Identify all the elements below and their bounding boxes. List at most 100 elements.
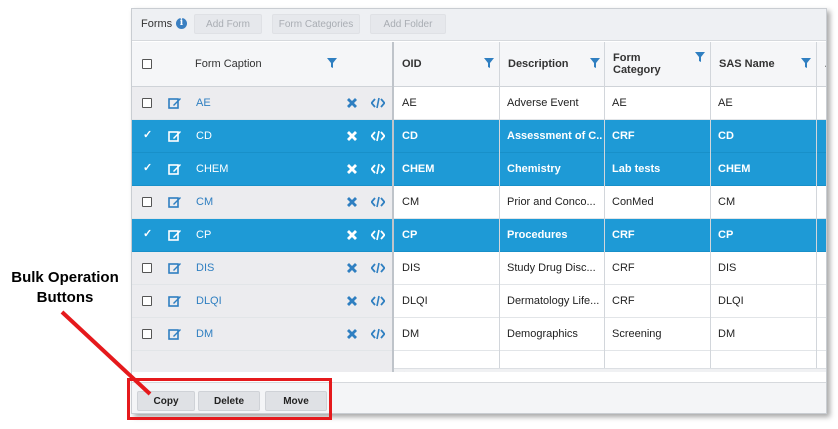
table-row[interactable]: CM CM Prior and Conco... ConMed CM (132, 186, 826, 219)
form-caption-link[interactable]: CP (196, 229, 316, 241)
select-all-checkbox[interactable] (142, 59, 152, 69)
info-icon[interactable]: i (176, 18, 187, 29)
delete-x-icon[interactable] (345, 195, 359, 209)
form-category-cell: CRF (612, 130, 635, 142)
oid-header[interactable]: OID (394, 42, 500, 87)
form-category-cell: CRF (612, 295, 635, 307)
description-cell: Dermatology Life... (507, 295, 600, 307)
grid-header: Form Caption OID Description Form Catego… (132, 42, 826, 87)
filter-icon[interactable] (590, 58, 600, 68)
sas-name-header[interactable]: SAS Name (711, 42, 817, 87)
bulk-operation-highlight (127, 378, 332, 420)
oid-cell: DM (402, 328, 420, 340)
oid-cell: CP (402, 229, 418, 241)
oid-cell: CM (402, 196, 420, 208)
sas-name-cell: CM (718, 196, 736, 208)
row-checkbox[interactable] (142, 98, 152, 108)
description-header[interactable]: Description (500, 42, 605, 87)
table-row[interactable]: DM DM Demographics Screening DM (132, 318, 826, 351)
table-row[interactable]: DIS DIS Study Drug Disc... CRF DIS (132, 252, 826, 285)
form-category-header[interactable]: Form Category (605, 42, 711, 87)
forms-toolbar: Forms i Add Form Form Categories Add Fol… (132, 9, 826, 41)
delete-x-icon[interactable] (345, 327, 359, 341)
delete-x-icon[interactable] (345, 228, 359, 242)
delete-x-icon[interactable] (345, 96, 359, 110)
horizontal-scrollbar[interactable]: ◀ (394, 368, 826, 372)
table-row[interactable]: ✓ CP CP Procedures CRF CP (132, 219, 826, 252)
select-all-header (132, 42, 162, 87)
row-checkbox[interactable] (142, 197, 152, 207)
filter-icon[interactable] (327, 58, 337, 68)
row-checked-icon[interactable]: ✓ (143, 161, 152, 174)
code-icon[interactable] (371, 96, 385, 110)
form-category-cell: Screening (612, 328, 662, 340)
oid-cell: DIS (402, 262, 421, 274)
add-form-button[interactable]: Add Form (194, 14, 262, 34)
code-icon[interactable] (371, 195, 385, 209)
form-caption-link[interactable]: CHEM (196, 163, 316, 175)
form-category-label-line1: Form (613, 52, 641, 64)
form-category-label-line2: Category (613, 64, 661, 76)
form-caption-link[interactable]: AE (196, 97, 316, 109)
form-category-cell: Lab tests (612, 163, 661, 175)
table-row[interactable]: ✓ CD CD Assessment of C... CRF CD (132, 120, 826, 153)
row-checked-icon[interactable]: ✓ (143, 128, 152, 141)
row-checkbox[interactable] (142, 329, 152, 339)
delete-x-icon[interactable] (345, 294, 359, 308)
edit-icon[interactable] (168, 195, 182, 209)
form-caption-link[interactable]: DIS (196, 262, 316, 274)
sas-name-cell: AE (718, 97, 733, 109)
edit-icon[interactable] (168, 162, 182, 176)
edit-icon[interactable] (168, 294, 182, 308)
form-categories-button[interactable]: Form Categories (272, 14, 360, 34)
partial-column-header[interactable]: A (817, 42, 826, 87)
description-cell: Chemistry (507, 163, 561, 175)
form-category-cell: ConMed (612, 196, 654, 208)
edit-icon[interactable] (168, 261, 182, 275)
code-icon[interactable] (371, 294, 385, 308)
filter-icon[interactable] (484, 58, 494, 68)
form-category-cell: AE (612, 97, 627, 109)
sas-name-cell: DIS (718, 262, 737, 274)
description-label: Description (508, 58, 569, 70)
table-row[interactable]: DLQI DLQI Dermatology Life... CRF DLQI (132, 285, 826, 318)
code-icon[interactable] (371, 228, 385, 242)
description-cell: Prior and Conco... (507, 196, 596, 208)
delete-x-icon[interactable] (345, 162, 359, 176)
form-caption-link[interactable]: DM (196, 328, 316, 340)
edit-icon[interactable] (168, 96, 182, 110)
forms-panel: Forms i Add Form Form Categories Add Fol… (131, 8, 827, 414)
annotation-line2: Buttons (36, 289, 94, 306)
filter-icon[interactable] (695, 52, 705, 62)
bulk-operation-annotation: Bulk Operation Buttons (0, 268, 130, 308)
form-category-label: Form Category (613, 52, 661, 76)
table-row[interactable]: AE AE Adverse Event AE AE (132, 87, 826, 120)
sas-name-label: SAS Name (719, 58, 775, 70)
form-caption-link[interactable]: CD (196, 130, 316, 142)
code-icon[interactable] (371, 129, 385, 143)
form-caption-link[interactable]: DLQI (196, 295, 316, 307)
table-row[interactable]: ✓ CHEM CHEM Chemistry Lab tests CHEM (132, 153, 826, 186)
code-icon[interactable] (371, 162, 385, 176)
edit-icon[interactable] (168, 129, 182, 143)
row-checkbox[interactable] (142, 296, 152, 306)
delete-x-icon[interactable] (345, 261, 359, 275)
oid-cell: CD (402, 130, 418, 142)
code-icon[interactable] (371, 327, 385, 341)
delete-x-icon[interactable] (345, 129, 359, 143)
row-checked-icon[interactable]: ✓ (143, 227, 152, 240)
forms-grid: Form Caption OID Description Form Catego… (132, 42, 826, 372)
edit-icon[interactable] (168, 228, 182, 242)
code-icon[interactable] (371, 261, 385, 275)
edit-icon[interactable] (168, 327, 182, 341)
form-caption-header[interactable]: Form Caption (187, 42, 392, 87)
filter-icon[interactable] (801, 58, 811, 68)
oid-cell: AE (402, 97, 417, 109)
add-folder-button[interactable]: Add Folder (370, 14, 446, 34)
sas-name-cell: CHEM (718, 163, 751, 175)
form-caption-label: Form Caption (195, 58, 262, 70)
sas-name-cell: DLQI (718, 295, 744, 307)
scroll-left-icon[interactable]: ◀ (398, 370, 404, 372)
row-checkbox[interactable] (142, 263, 152, 273)
form-caption-link[interactable]: CM (196, 196, 316, 208)
